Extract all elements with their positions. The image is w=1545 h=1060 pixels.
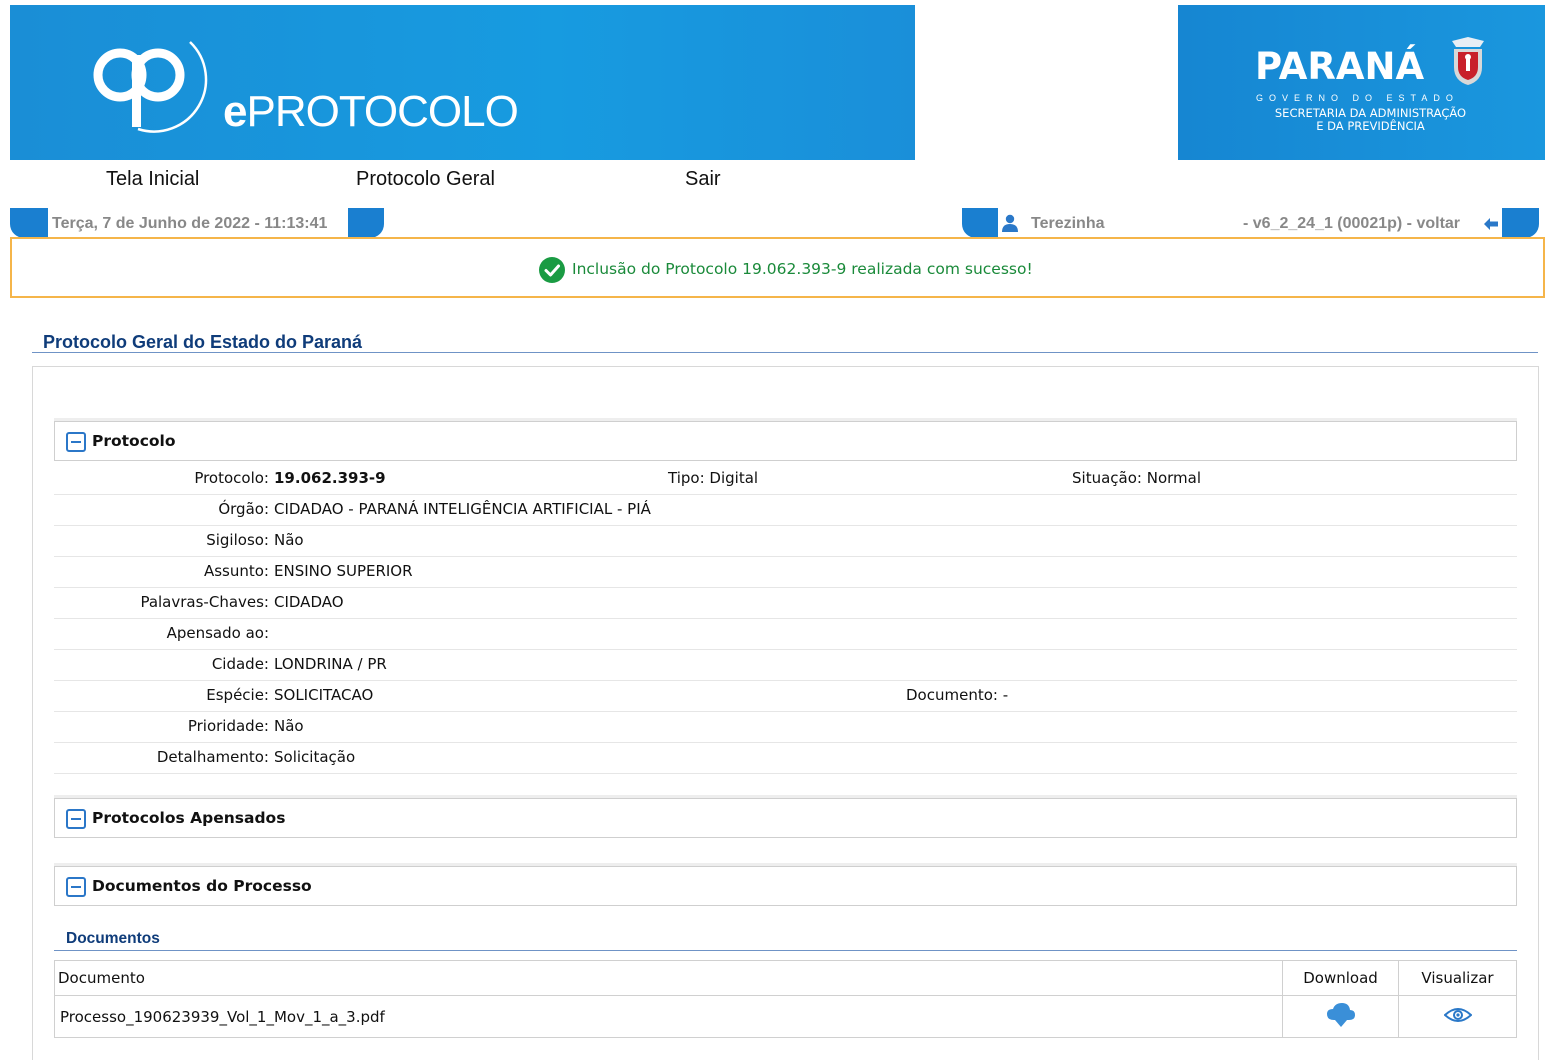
situacao-field: Situação: Normal [1072, 469, 1202, 487]
column-header-view: Visualizar [1398, 960, 1517, 996]
view-cell [1398, 995, 1517, 1038]
detail-row-detalhamento: Detalhamento: Solicitação [54, 743, 1517, 774]
tab-decoration [348, 208, 384, 238]
table-header-row: Documento Download Visualizar [54, 960, 1517, 996]
collapse-icon[interactable] [66, 877, 86, 897]
eprotocolo-logo-icon [93, 41, 208, 133]
gov-line: GOVERNO DO ESTADO [1256, 93, 1459, 103]
tab-decoration [10, 208, 48, 238]
detalhamento-label: Detalhamento: [156, 748, 269, 766]
palavras-chaves-value: CIDADAO [274, 593, 344, 611]
cidade-label: Cidade: [211, 655, 269, 673]
user-icon [1002, 214, 1018, 232]
page-title: Protocolo Geral do Estado do Paraná [43, 332, 363, 352]
sigiloso-label: Sigiloso: [206, 531, 269, 549]
section-protocolo[interactable]: Protocolo [54, 421, 1517, 461]
cloud-download-icon[interactable] [1326, 1002, 1356, 1028]
document-name: Processo_190623939_Vol_1_Mov_1_a_3.pdf [54, 995, 1283, 1038]
menu-item-exit[interactable]: Sair [685, 168, 721, 191]
especie-label: Espécie: [206, 686, 269, 704]
documento-field: Documento: - [906, 686, 1009, 704]
menu-item-home[interactable]: Tela Inicial [106, 168, 199, 191]
parana-banner: PARANÁ GOVERNO DO ESTADO SECRETARIA DA A… [1178, 5, 1545, 160]
documents-table: Documento Download Visualizar Processo_1… [54, 960, 1517, 1038]
download-cell [1282, 995, 1399, 1038]
especie-value: SOLICITACAO [274, 686, 374, 704]
orgao-label: Órgão: [218, 500, 269, 518]
secretariat-name: SECRETARIA DA ADMINISTRAÇÃO E DA PREVIDÊ… [1274, 106, 1467, 133]
prioridade-value: Não [274, 717, 304, 735]
protocolo-label: Protocolo: [194, 469, 269, 487]
table-row: Processo_190623939_Vol_1_Mov_1_a_3.pdf [54, 995, 1517, 1038]
collapse-icon[interactable] [66, 809, 86, 829]
section-title: Documentos do Processo [92, 877, 312, 895]
detail-row-protocolo: Protocolo: 19.062.393-9 Tipo: Digital Si… [54, 464, 1517, 495]
detail-row-apensado: Apensado ao: [54, 619, 1517, 650]
detail-row-assunto: Assunto: ENSINO SUPERIOR [54, 557, 1517, 588]
column-header-document: Documento [54, 960, 1283, 996]
documents-heading: Documentos [66, 930, 160, 947]
sigiloso-value: Não [274, 531, 304, 549]
section-title: Protocolos Apensados [92, 809, 286, 827]
column-header-download: Download [1282, 960, 1399, 996]
success-alert: Inclusão do Protocolo 19.062.393-9 reali… [10, 237, 1545, 298]
title-divider [32, 352, 1538, 353]
tipo-field: Tipo: Digital [668, 469, 759, 487]
menu-item-general-protocol[interactable]: Protocolo Geral [356, 168, 495, 191]
detail-row-prioridade: Prioridade: Não [54, 712, 1517, 743]
orgao-value: CIDADAO - PARANÁ INTELIGÊNCIA ARTIFICIAL… [274, 500, 651, 518]
tab-decoration [1502, 208, 1539, 238]
back-arrow-icon[interactable] [1484, 218, 1498, 230]
current-datetime: Terça, 7 de Junho de 2022 - 11:13:41 [52, 215, 328, 232]
section-title: Protocolo [92, 432, 176, 450]
cidade-value: LONDRINA / PR [274, 655, 387, 673]
detail-row-sigiloso: Sigiloso: Não [54, 526, 1517, 557]
detail-row-especie: Espécie: SOLICITACAO Documento: - [54, 681, 1517, 712]
prioridade-label: Prioridade: [187, 717, 269, 735]
check-circle-icon [539, 257, 565, 283]
tab-decoration [962, 208, 998, 238]
detalhamento-value: Solicitação [274, 748, 356, 766]
info-bar: Terça, 7 de Junho de 2022 - 11:13:41 Ter… [0, 208, 1545, 238]
version-back-link[interactable]: - v6_2_24_1 (00021p) - voltar [1243, 215, 1460, 233]
assunto-value: ENSINO SUPERIOR [274, 562, 413, 580]
app-title: ePROTOCOLO [223, 87, 519, 136]
user-name: Terezinha [1031, 215, 1105, 232]
collapse-icon[interactable] [66, 432, 86, 452]
section-documentos-do-processo[interactable]: Documentos do Processo [54, 866, 1517, 906]
coat-of-arms-icon [1452, 37, 1484, 85]
detail-row-palavras-chaves: Palavras-Chaves: CIDADAO [54, 588, 1517, 619]
state-name: PARANÁ [1255, 45, 1425, 88]
detail-row-cidade: Cidade: LONDRINA / PR [54, 650, 1517, 681]
eye-icon[interactable] [1443, 1007, 1472, 1023]
protocolo-value: 19.062.393-9 [274, 469, 386, 487]
detail-row-orgao: Órgão: CIDADAO - PARANÁ INTELIGÊNCIA ART… [54, 495, 1517, 526]
section-protocolos-apensados[interactable]: Protocolos Apensados [54, 798, 1517, 838]
main-menu: Tela Inicial Protocolo Geral Sair [0, 168, 900, 192]
apensado-label: Apensado ao: [166, 624, 269, 642]
assunto-label: Assunto: [203, 562, 269, 580]
eprotocolo-banner: ePROTOCOLO [10, 5, 915, 160]
palavras-chaves-label: Palavras-Chaves: [140, 593, 269, 611]
success-message: Inclusão do Protocolo 19.062.393-9 reali… [572, 260, 1033, 278]
documents-divider [54, 950, 1517, 951]
